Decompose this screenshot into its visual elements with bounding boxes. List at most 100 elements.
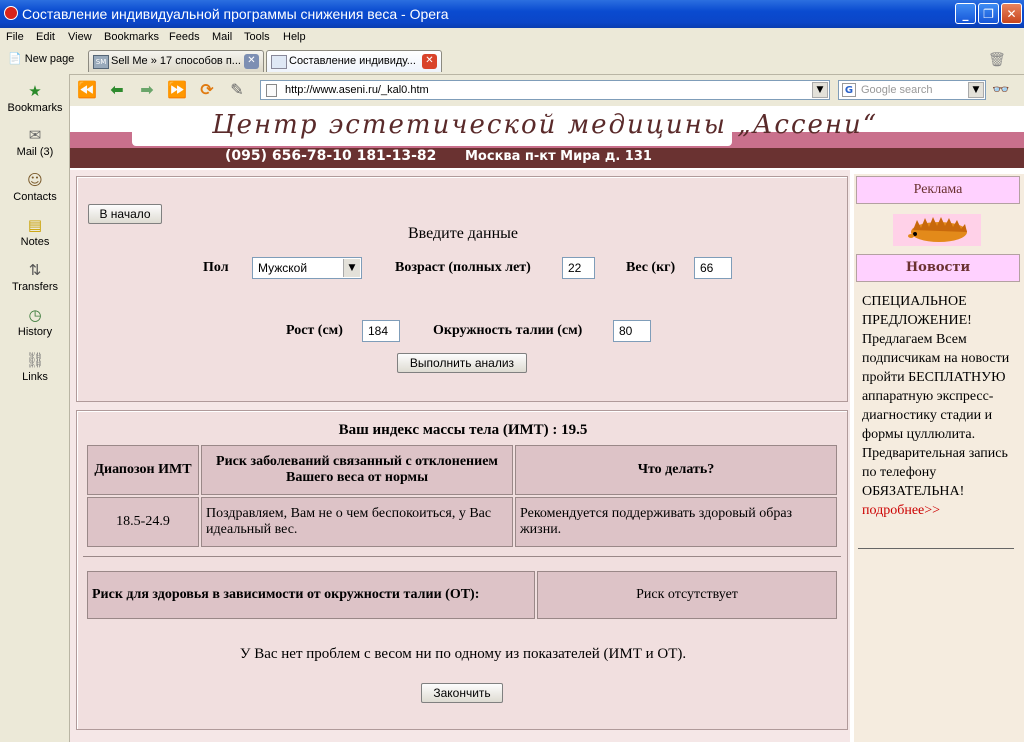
history-icon: ◷ [28, 306, 42, 324]
divider [858, 548, 1014, 549]
table-header-cell: Риск заболеваний связанный с отклонением… [201, 445, 513, 495]
bmi-table: Диапозон ИМТ Риск заболеваний связанный … [85, 443, 839, 549]
height-input[interactable]: 184 [362, 320, 400, 342]
run-analysis-button[interactable]: Выполнить анализ [397, 353, 527, 373]
age-label: Возраст (полных лет) [395, 260, 531, 275]
search-dropdown-icon[interactable]: ▼ [968, 82, 984, 98]
sidebar-item-label: Contacts [13, 191, 57, 203]
sidebar-item-links[interactable]: ⛓ Links [0, 351, 70, 383]
main-content: В начало Введите данные Пол Мужской ▼ Во… [70, 170, 850, 742]
sex-select[interactable]: Мужской ▼ [252, 257, 362, 279]
sidebar-item-notes[interactable]: ▤ Notes [0, 216, 70, 248]
waist-input[interactable]: 80 [613, 320, 651, 342]
menu-bookmarks[interactable]: Bookmarks [104, 31, 159, 43]
address-text: http://www.aseni.ru/_kal0.htm [285, 84, 429, 96]
address-bar[interactable]: http://www.aseni.ru/_kal0.htm ▼ [260, 80, 830, 100]
hedgehog-icon [908, 217, 967, 242]
menu-view[interactable]: View [68, 31, 92, 43]
sidebar-item-label: Links [22, 371, 48, 383]
page-viewport: Центр эстетической медицины „Ассени“ (09… [70, 106, 1024, 742]
waist-risk-label: Риск для здоровья в зависимости от окруж… [87, 571, 535, 619]
waist-risk-value: Риск отсутствует [537, 571, 837, 619]
waist-risk-table: Риск для здоровья в зависимости от окруж… [85, 569, 839, 621]
reload-icon[interactable]: ⟳ [196, 79, 218, 101]
menu-edit[interactable]: Edit [36, 31, 55, 43]
maximize-button[interactable]: ❐ [978, 3, 999, 24]
sidebar-item-label: Bookmarks [7, 102, 63, 114]
page-favicon-icon [271, 55, 287, 69]
table-header-row: Диапозон ИМТ Риск заболеваний связанный … [87, 445, 837, 495]
sidebar-item-contacts[interactable]: ☺ Contacts [0, 171, 70, 203]
menu-help[interactable]: Help [283, 31, 306, 43]
transfers-icon: ⇅ [28, 261, 42, 279]
tab-bar: 📄 New page SM Sell Me » 17 способов п...… [0, 46, 1024, 75]
menu-tools[interactable]: Tools [244, 31, 270, 43]
site-favicon-icon: SM [93, 55, 109, 69]
menu-feeds[interactable]: Feeds [169, 31, 200, 43]
search-input[interactable]: G Google search ▼ [838, 80, 986, 100]
ad-header: Реклама [856, 176, 1020, 204]
new-page-button[interactable]: 📄 New page [8, 52, 74, 65]
back-icon[interactable]: ⬅ [106, 79, 128, 101]
sex-label: Пол [203, 260, 229, 275]
age-input[interactable]: 22 [562, 257, 595, 279]
tab-close-icon[interactable]: ✕ [422, 54, 437, 69]
menu-mail[interactable]: Mail [212, 31, 232, 43]
table-cell: 18.5-24.9 [87, 497, 199, 547]
form-heading: Введите данные [407, 225, 519, 242]
news-header: Новости [856, 254, 1020, 282]
mail-icon: ✉ [28, 126, 42, 144]
notes-icon: ▤ [27, 216, 43, 234]
contacts-icon: ☺ [27, 171, 43, 189]
site-banner: Центр эстетической медицины „Ассени“ (09… [70, 106, 1024, 168]
address-dropdown-icon[interactable]: ▼ [812, 82, 828, 98]
sidebar-item-history[interactable]: ◷ History [0, 306, 70, 338]
site-title: Центр эстетической медицины „Ассени“ [212, 110, 879, 140]
input-form-panel: В начало Введите данные Пол Мужской ▼ Во… [76, 176, 848, 402]
bmi-title: Ваш индекс массы тела (ИМТ) : 19.5 [338, 422, 588, 438]
site-address: Москва п-кт Мира д. 131 [465, 149, 652, 164]
back-to-start-button[interactable]: В начало [88, 204, 162, 224]
google-icon: G [842, 83, 856, 97]
zoom-glasses-icon[interactable]: 👓 [990, 79, 1012, 101]
rewind-icon[interactable]: ⏪ [76, 79, 98, 101]
tab-active[interactable]: Составление индивиду... ✕ [266, 50, 442, 72]
new-page-label: New page [24, 53, 75, 65]
news-text: СПЕЦИАЛЬНОЕ ПРЕДЛОЖЕНИЕ! Предлагаем Всем… [862, 294, 1010, 499]
sidebar-item-label: Notes [20, 236, 50, 248]
divider [83, 556, 841, 557]
search-placeholder: Google search [861, 84, 933, 96]
table-cell: Рекомендуется поддерживать здоровый обра… [515, 497, 837, 547]
sidebar-item-bookmarks[interactable]: ★ Bookmarks [0, 82, 70, 114]
close-button[interactable]: ✕ [1001, 3, 1022, 24]
window-title: Составление индивидуальной программы сни… [22, 6, 449, 22]
fast-forward-icon[interactable]: ⏩ [166, 79, 188, 101]
more-link[interactable]: подробнее>> [862, 501, 1018, 520]
sidebar-item-label: History [17, 326, 53, 338]
finish-button[interactable]: Закончить [421, 683, 503, 703]
edit-pen-icon[interactable]: ✎ [226, 79, 248, 101]
summary-text: У Вас нет проблем с весом ни по одному и… [239, 646, 687, 662]
tab-close-icon[interactable]: ✕ [244, 54, 259, 69]
sidebar-item-transfers[interactable]: ⇅ Transfers [0, 261, 70, 293]
waist-label: Окружность талии (см) [433, 323, 583, 338]
minimize-button[interactable]: _ [955, 3, 976, 24]
trash-icon[interactable]: 🗑 [988, 52, 1006, 68]
chevron-down-icon: ▼ [343, 259, 360, 277]
weight-input[interactable]: 66 [694, 257, 732, 279]
right-column: Реклама Новости СПЕЦИАЛЬНОЕ ПРЕДЛОЖЕНИЕ!… [854, 174, 1024, 742]
tab-sell-me[interactable]: SM Sell Me » 17 способов п... ✕ [88, 50, 264, 72]
forward-icon[interactable]: ➡ [136, 79, 158, 101]
table-row: Риск для здоровья в зависимости от окруж… [87, 571, 837, 619]
menu-file[interactable]: File [6, 31, 24, 43]
height-label: Рост (см) [286, 323, 343, 338]
table-row: 18.5-24.9 Поздравляем, Вам не о чем бесп… [87, 497, 837, 547]
sidebar-item-mail[interactable]: ✉ Mail (3) [0, 126, 70, 158]
tab-label: Sell Me » 17 способов п... [111, 55, 241, 67]
page-icon [266, 84, 277, 97]
links-icon: ⛓ [25, 351, 45, 369]
sidebar-item-label: Mail (3) [16, 146, 54, 158]
menu-bar: File Edit View Bookmarks Feeds Mail Tool… [0, 28, 1024, 46]
result-panel: Ваш индекс массы тела (ИМТ) : 19.5 Диапо… [76, 410, 848, 730]
hedgehog-ad-banner[interactable] [893, 214, 981, 246]
